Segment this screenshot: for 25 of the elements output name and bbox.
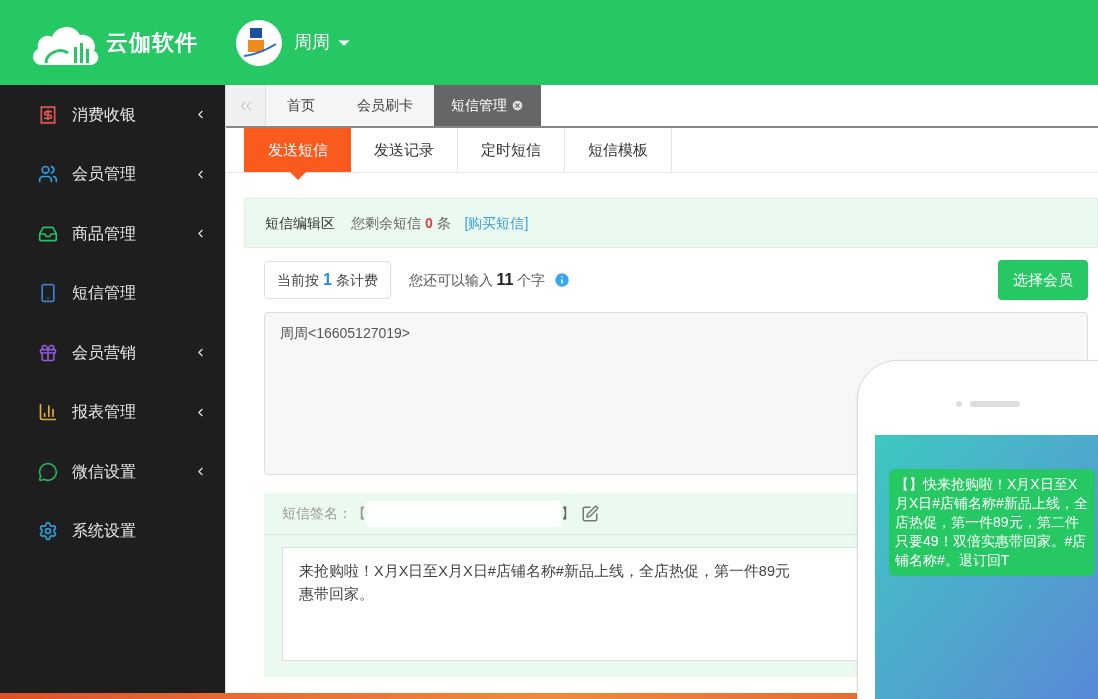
- section-title: 短信编辑区: [265, 213, 335, 233]
- sidebar-item[interactable]: 会员管理: [0, 144, 225, 204]
- tab-pointer: [290, 172, 306, 180]
- close-icon[interactable]: [511, 99, 524, 112]
- page-tab[interactable]: 首页: [266, 85, 336, 126]
- message-bubble: 【】快来抢购啦！X月X日至X月X日#店铺名称#新品上线，全店热促，第一件89元，第二件只要49！双倍实惠带回家。#店铺名称#。退订回T: [889, 469, 1095, 576]
- avatar-icon[interactable]: [236, 19, 283, 66]
- remaining-text: 您剩余短信 0 条: [351, 213, 451, 233]
- page-tab[interactable]: 短信管理: [434, 85, 541, 126]
- page-tab[interactable]: 会员刷卡: [336, 85, 434, 126]
- signature-label: 短信签名：【: [282, 504, 366, 523]
- sidebar-item[interactable]: 系统设置: [0, 501, 225, 561]
- sidebar-item[interactable]: 商品管理: [0, 204, 225, 264]
- sidebar-item[interactable]: 微信设置: [0, 442, 225, 502]
- info-icon[interactable]: [553, 271, 572, 289]
- bracket-text: 】: [561, 504, 575, 523]
- sidebar-item[interactable]: 会员营销: [0, 323, 225, 383]
- speaker-slot: [970, 401, 1020, 407]
- edit-icon[interactable]: [581, 504, 599, 523]
- billing-info: 当前按 1 条计费: [264, 261, 391, 299]
- sidebar-item[interactable]: 消费收银: [0, 85, 225, 145]
- char-count-text: 您还可以输入 11 个字: [408, 270, 546, 290]
- sidebar-item[interactable]: 报表管理: [0, 382, 225, 442]
- sidebar-item[interactable]: 短信管理: [0, 263, 225, 323]
- brand-name: 云伽软件: [106, 29, 199, 57]
